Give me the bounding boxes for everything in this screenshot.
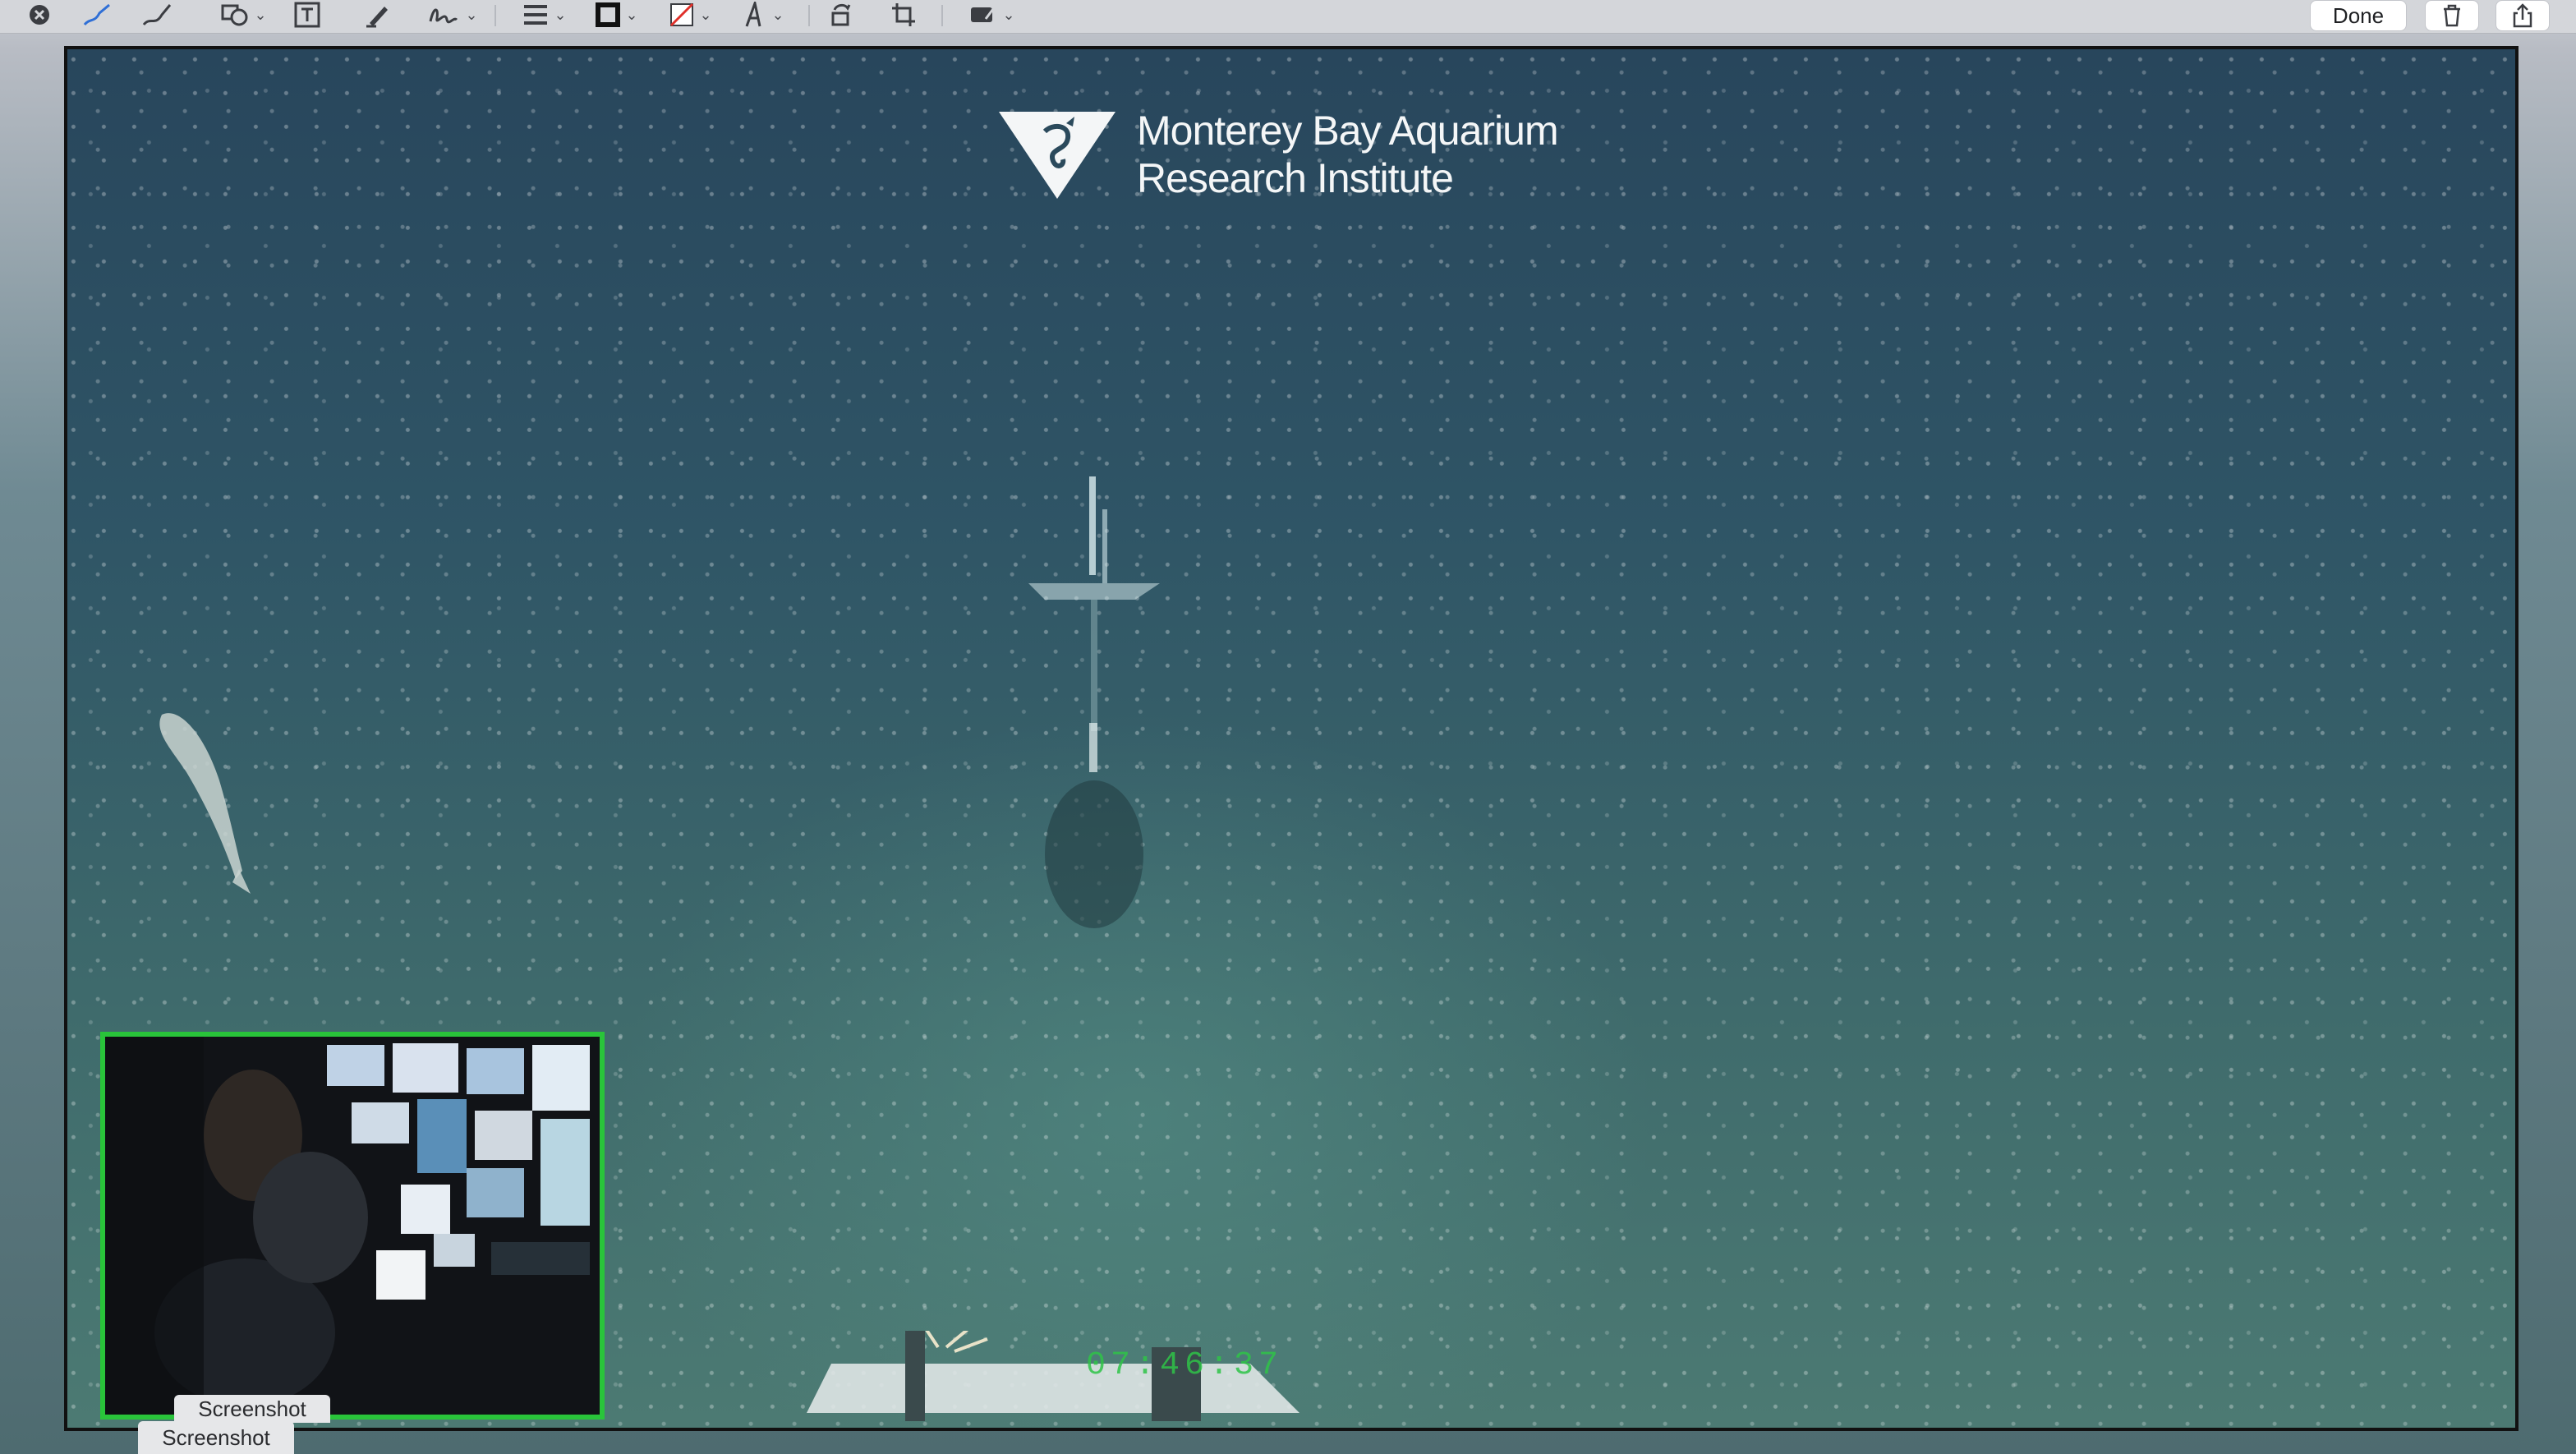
text-style-icon[interactable]: ⌄ [734,2,792,28]
crop-icon[interactable] [887,2,920,28]
screenshot-label: Screenshot [174,1395,330,1423]
delete-icon [2444,4,2460,27]
mbari-logo-icon [999,112,1116,199]
rotate-icon[interactable] [825,2,858,28]
draw-icon[interactable] [138,2,176,28]
video-frame: Monterey Bay Aquarium Research Institute… [64,46,2518,1431]
chevron-down-icon: ⌄ [1002,6,1015,23]
chevron-down-icon: ⌄ [771,6,784,23]
share-icon [2513,3,2532,28]
highlight-icon[interactable] [361,2,394,28]
chevron-down-icon: ⌄ [625,6,638,23]
annotate-icon[interactable]: ⌄ [963,2,1022,28]
fill-color-icon[interactable]: ⌄ [662,2,720,28]
chevron-down-icon: ⌄ [554,6,567,23]
screenshot-label: Screenshot [138,1421,294,1454]
close-icon[interactable] [25,2,54,28]
shapes-icon[interactable]: ⌄ [215,2,273,28]
delete-button[interactable] [2425,0,2479,31]
toolbar-divider [941,5,943,26]
share-button[interactable] [2496,0,2550,31]
video-timecode: 07:46:37 [1086,1347,1284,1384]
toolbar-divider [808,5,810,26]
fish [159,713,251,894]
markup-toolbar: ⌄ ⌄ ⌄ ⌄ ⌄ ⌄ ⌄ Done [0,0,2576,34]
chevron-down-icon: ⌄ [699,6,712,23]
chevron-down-icon: ⌄ [465,6,478,23]
shape-style-icon[interactable]: ⌄ [516,2,573,28]
sketch-icon[interactable] [79,2,117,28]
text-box-icon[interactable] [291,2,324,28]
sign-icon[interactable]: ⌄ [424,2,481,28]
border-color-icon[interactable]: ⌄ [588,2,646,28]
control-room-pip [100,1032,605,1419]
seafloor-instrument [1028,476,1160,928]
mbari-logo: Monterey Bay Aquarium Research Institute [996,107,1559,202]
chevron-down-icon: ⌄ [254,6,267,23]
logo-line-1: Monterey Bay Aquarium [1137,108,1559,154]
done-button[interactable]: Done [2310,0,2407,31]
control-room-camera [105,1037,600,1415]
toolbar-divider [494,5,496,26]
logo-line-2: Research Institute [1137,155,1454,201]
